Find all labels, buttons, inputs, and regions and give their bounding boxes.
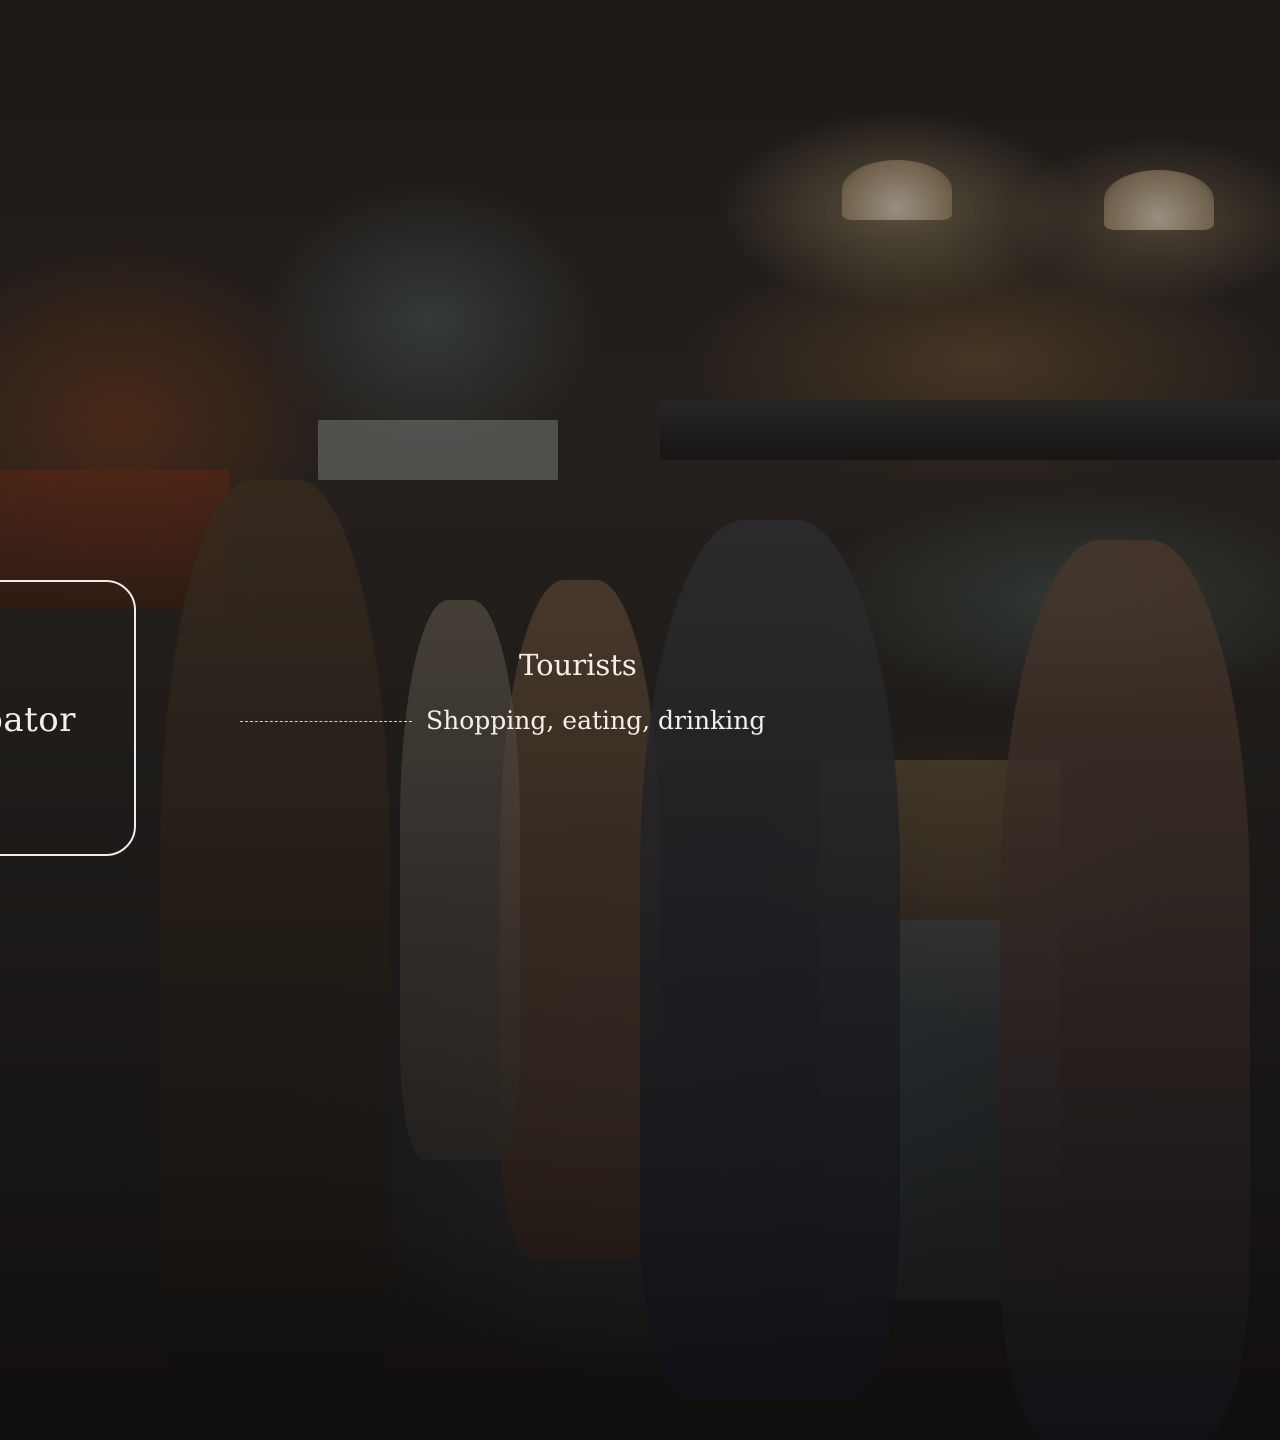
node-subtitle: Shopping, eating, drinking <box>426 706 766 735</box>
page-stage: bator Tourists Shopping, eating, drinkin… <box>0 0 1280 1440</box>
node-title: Tourists <box>519 648 637 682</box>
dashed-connector-line <box>240 721 412 722</box>
category-card[interactable]: bator <box>0 580 136 856</box>
card-title: bator <box>0 700 76 740</box>
